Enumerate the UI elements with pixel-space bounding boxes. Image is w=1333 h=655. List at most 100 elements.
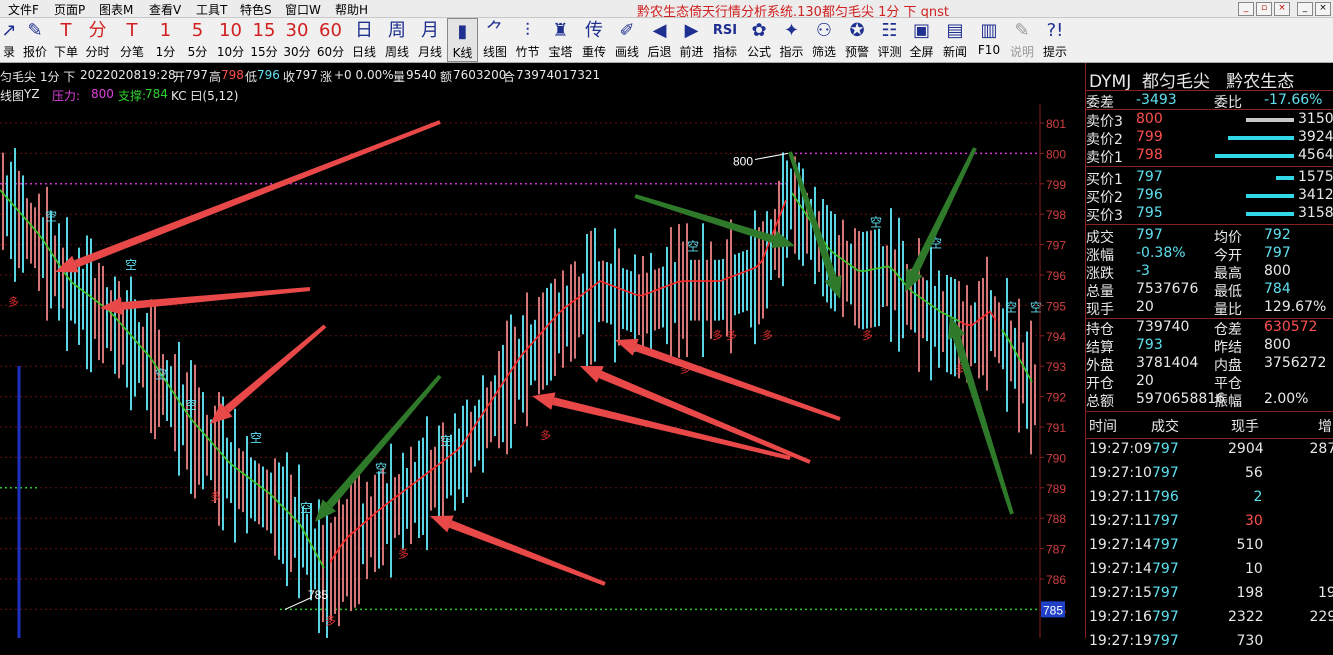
toolbar-button-25[interactable]: ⚇筛选: [808, 18, 840, 62]
toolbar-button-21[interactable]: ▶前进: [676, 18, 707, 62]
toolbar: ↗录✎报价T下单分分时T分笔11分55分1010分1515分3030分6060分…: [0, 18, 1333, 63]
trade-qty: 10: [1245, 561, 1263, 577]
ask-row[interactable]: 卖价17984564: [1086, 147, 1333, 165]
toolbar-button-18[interactable]: 传重传: [578, 18, 610, 62]
toolbar-button-29[interactable]: ▤新闻: [938, 18, 972, 62]
toolbar-label: 报价: [19, 43, 51, 60]
symbol-label: 匀毛尖 1分 下: [0, 68, 75, 85]
toolbar-button-8[interactable]: 1515分: [248, 18, 280, 62]
toolbar-button-23[interactable]: ✿公式: [743, 18, 775, 62]
menu-help[interactable]: 帮助H: [335, 1, 368, 18]
toolbar-button-19[interactable]: ✐画线: [611, 18, 643, 62]
close-icon[interactable]: ×: [1315, 2, 1331, 16]
daily-icon: 日: [348, 19, 380, 43]
toolbar-button-17[interactable]: ♜宝塔: [544, 18, 577, 62]
toolbar-button-7[interactable]: 1010分: [214, 18, 247, 62]
toolbar-button-20[interactable]: ◀后退: [644, 18, 675, 62]
toolbar-button-22[interactable]: RSI指标: [708, 18, 742, 62]
toolbar-button-30[interactable]: ▥F10: [973, 18, 1005, 62]
candle-bar: [566, 286, 568, 347]
menu-page[interactable]: 页面P: [54, 1, 85, 18]
toolbar-button-15[interactable]: ⺈线图: [479, 18, 511, 62]
menu-file[interactable]: 文件F: [8, 1, 39, 18]
ask-label: 卖价3: [1086, 111, 1123, 131]
support-value: 784: [145, 87, 168, 101]
price-axis: 8018007997987977967957947937927917907897…: [1040, 104, 1066, 638]
stat-row: 涨幅-0.38%今开797: [1086, 245, 1333, 263]
monthly-icon: 月: [414, 19, 446, 43]
menu-chart[interactable]: 图表M: [99, 1, 133, 18]
candle-bar: [558, 292, 560, 353]
trade-price: 797: [1152, 441, 1179, 457]
stat-label: 涨跌: [1086, 263, 1114, 283]
candle-bar: [190, 360, 192, 494]
toolbar-button-31[interactable]: ✎说明: [1006, 18, 1038, 62]
minimize-icon[interactable]: _: [1238, 2, 1254, 16]
ask-price: 800: [1136, 111, 1163, 127]
candle-bar: [778, 181, 780, 278]
toolbar-button-27[interactable]: ☷评测: [874, 18, 905, 62]
toolbar-button-3[interactable]: 分分时: [81, 18, 114, 62]
bid-row[interactable]: 买价17971575: [1086, 169, 1333, 187]
red-arrow: [430, 516, 606, 586]
restore-icon[interactable]: ▫: [1256, 2, 1272, 16]
minimize-icon[interactable]: _: [1297, 2, 1313, 16]
header-time: 时间: [1089, 416, 1117, 436]
duo-signal-label: 多: [712, 328, 723, 342]
toolbar-button-24[interactable]: ✦指示: [776, 18, 807, 62]
toolbar-button-10[interactable]: 6060分: [314, 18, 347, 62]
candle-bar: [598, 261, 600, 322]
period-1min-icon: 1: [150, 19, 181, 43]
candle-bar: [434, 447, 436, 508]
candle-bar: [514, 327, 516, 424]
toolbar-button-11[interactable]: 日日线: [348, 18, 380, 62]
toolbar-button-16[interactable]: ⫶竹节: [512, 18, 543, 62]
test-icon: ☷: [874, 19, 905, 43]
toolbar-button-13[interactable]: 月月线: [414, 18, 446, 62]
toolbar-button-12[interactable]: 周周线: [381, 18, 413, 62]
toolbar-button-9[interactable]: 3030分: [281, 18, 313, 62]
high-value: 798: [221, 68, 244, 82]
candle-bar: [54, 235, 56, 296]
menu-features[interactable]: 特色S: [240, 1, 272, 18]
trade-header: 时间成交现手增: [1086, 414, 1333, 438]
draw-icon: ✐: [611, 19, 643, 43]
candle-bar: [230, 442, 232, 503]
ask-row[interactable]: 卖价38003150: [1086, 111, 1333, 129]
stat-value: 800: [1264, 263, 1291, 279]
toolbar-button-2[interactable]: T下单: [52, 18, 80, 62]
kline-chart[interactable]: 800785空空空空空空空空空空空空空多多多多多多多多多多多 801800799…: [0, 104, 1085, 638]
menu-tools[interactable]: 工具T: [196, 1, 227, 18]
candle-bar: [14, 148, 16, 282]
ask-row[interactable]: 卖价27993924: [1086, 129, 1333, 147]
close-icon[interactable]: ×: [1274, 2, 1290, 16]
stat-value: -3: [1136, 263, 1150, 279]
toolbar-button-5[interactable]: 11分: [150, 18, 181, 62]
stat-label: 成交: [1086, 227, 1114, 247]
arrow-shaft: [122, 287, 311, 310]
stat-value: 5970658816: [1136, 391, 1225, 407]
candle-bar: [610, 264, 612, 325]
toolbar-button-6[interactable]: 55分: [182, 18, 213, 62]
help-doc-icon: ✎: [1006, 19, 1038, 43]
indicator-name[interactable]: 线图: [0, 87, 24, 104]
toolbar-button-28[interactable]: ▣全屏: [906, 18, 937, 62]
toolbar-button-4[interactable]: T分笔: [115, 18, 149, 62]
divider: [1086, 224, 1333, 225]
candle-bar: [198, 387, 200, 484]
toolbar-button-1[interactable]: ✎报价: [19, 18, 51, 62]
toolbar-button-32[interactable]: ?!提示: [1039, 18, 1071, 62]
candle-bar: [470, 412, 472, 473]
bid-row[interactable]: 买价27963412: [1086, 187, 1333, 205]
pressure-value: 800: [91, 87, 114, 101]
toolbar-button-14[interactable]: ▮K线: [447, 18, 478, 62]
menu-view[interactable]: 查看V: [149, 1, 181, 18]
kline-icon: ▮: [448, 20, 477, 44]
menu-window[interactable]: 窗口W: [285, 1, 321, 18]
bid-row[interactable]: 买价37953158: [1086, 205, 1333, 223]
toolbar-button-26[interactable]: ✪预警: [841, 18, 873, 62]
toolbar-button-0[interactable]: ↗录: [0, 18, 18, 62]
candle-bar: [942, 291, 944, 352]
back-icon: ◀: [644, 19, 675, 43]
kong-signal-label: 空: [250, 431, 262, 445]
